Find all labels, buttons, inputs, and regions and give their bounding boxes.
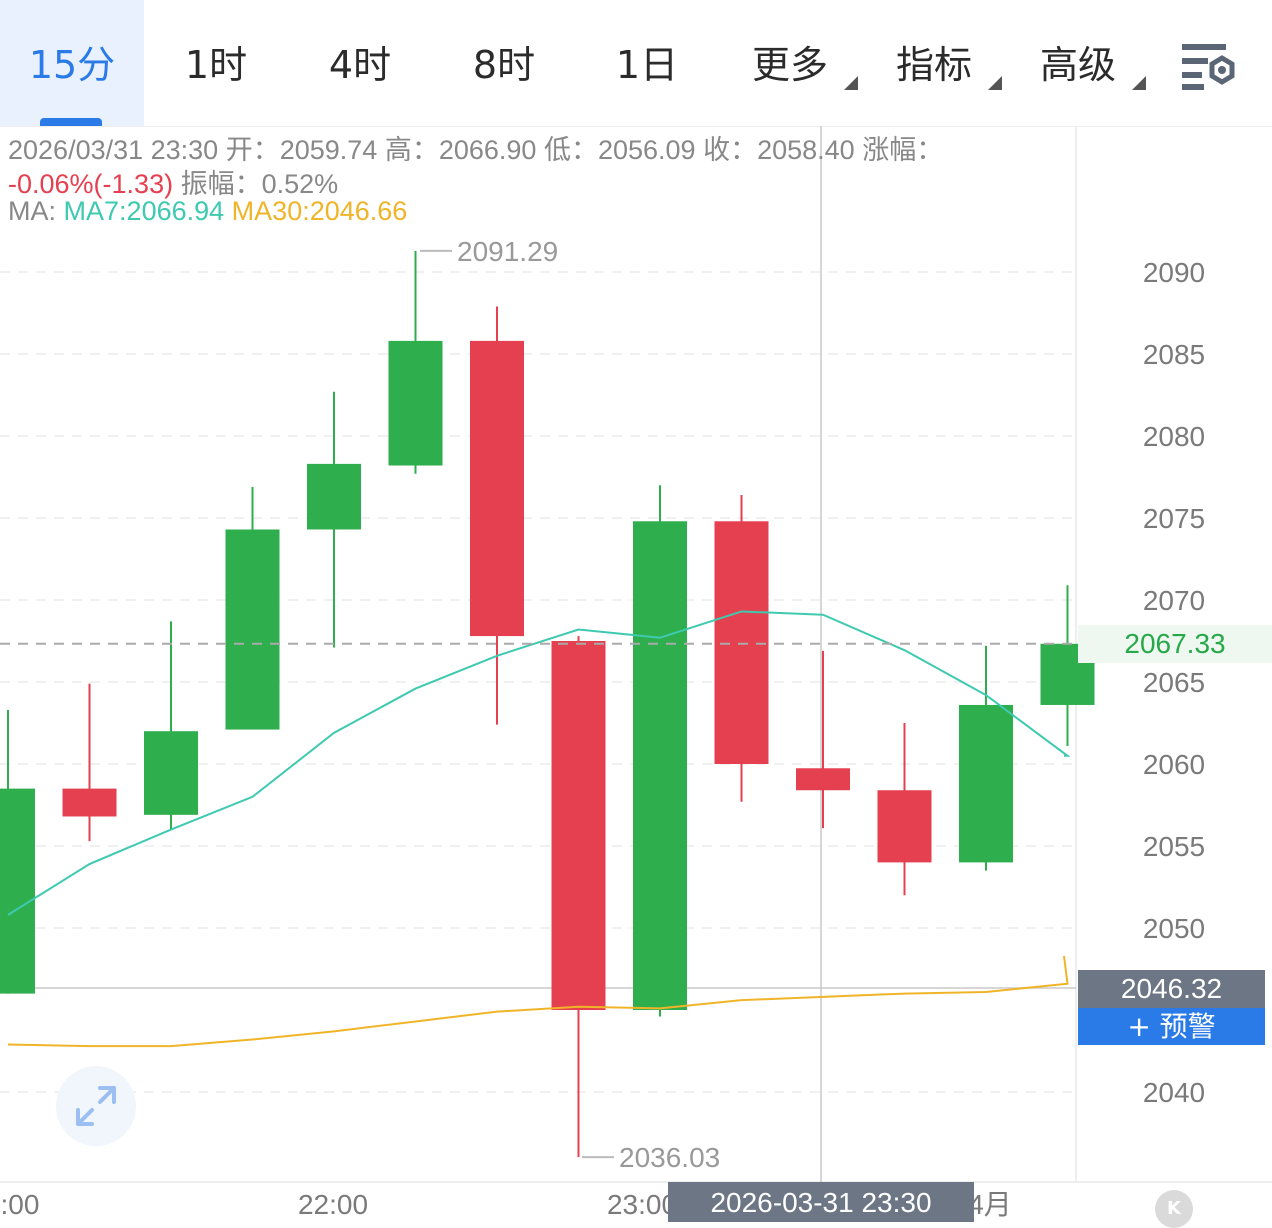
candle-body	[144, 731, 198, 815]
low-label: 低：	[543, 135, 598, 165]
k-icon[interactable]: K	[1155, 1190, 1193, 1228]
add-alert-button[interactable]: + 预警	[1078, 1008, 1265, 1045]
low-marker-label: 2036.03	[619, 1142, 720, 1173]
change-value: -0.06%(-1.33)	[8, 169, 174, 199]
ma-label: MA:	[8, 196, 57, 226]
candle	[144, 621, 198, 830]
y-tick-label: 2065	[1143, 667, 1205, 698]
amplitude-label: 振幅：	[180, 169, 262, 199]
candle	[633, 485, 687, 1017]
ma30-line	[7, 955, 1069, 1048]
close-label: 收：	[703, 135, 758, 165]
candle-body	[714, 521, 769, 764]
candle-body	[62, 788, 117, 817]
ma30-value: MA30:2046.66	[231, 196, 408, 226]
y-tick-label: 2090	[1143, 257, 1205, 288]
candle	[877, 723, 932, 896]
info-datetime: 2026/03/31 23:30	[8, 135, 219, 165]
candle	[796, 650, 850, 829]
open-value: 2059.74	[279, 135, 378, 165]
candle	[551, 636, 606, 1158]
x-tick-label: 4月	[968, 1189, 1012, 1220]
y-tick-label: 2075	[1143, 503, 1205, 534]
candle-body	[388, 340, 443, 466]
ma7-value: MA7:2066.94	[63, 196, 225, 226]
y-tick-label: 2070	[1143, 585, 1205, 616]
candle	[714, 495, 769, 802]
candle	[0, 709, 35, 994]
y-tick-label: 2080	[1143, 421, 1205, 452]
high-value: 2066.90	[438, 135, 537, 165]
crosshair-price-label: 2046.32	[1078, 970, 1265, 1008]
y-tick-label: 2060	[1143, 749, 1205, 780]
candle	[225, 486, 280, 730]
y-tick-label: 2055	[1143, 831, 1205, 862]
last-price-label: 2067.33	[1078, 625, 1272, 663]
candle	[307, 391, 361, 648]
expand-icon	[76, 1086, 116, 1126]
x-tick-label: 22:00	[298, 1189, 368, 1220]
x-tick-label: :00	[1, 1189, 40, 1220]
x-tick-label: 23:00	[607, 1189, 677, 1220]
amplitude-value: 0.52%	[261, 169, 339, 199]
candle-body	[225, 529, 280, 730]
y-tick-label: 2040	[1143, 1077, 1205, 1108]
candle	[388, 250, 443, 474]
candle-body	[959, 704, 1013, 863]
candle	[1040, 585, 1095, 746]
low-value: 2056.09	[597, 135, 696, 165]
candle	[62, 683, 117, 842]
candle	[470, 306, 524, 725]
y-tick-label: 2085	[1143, 339, 1205, 370]
close-value: 2058.40	[757, 135, 855, 165]
expand-chart-button[interactable]	[56, 1066, 136, 1146]
candle-body	[307, 463, 361, 530]
ma-info-line: MA: MA7:2066.94 MA30:2046.66	[8, 196, 407, 227]
high-marker-label: 2091.29	[457, 236, 558, 267]
high-label: 高：	[384, 135, 439, 165]
change-label: 涨幅：	[862, 135, 944, 165]
open-label: 开：	[225, 135, 280, 165]
candle-body	[551, 641, 606, 1010]
candle-body	[796, 768, 850, 791]
y-tick-label: 2050	[1143, 913, 1205, 944]
crosshair-time-label: 2026-03-31 23:30	[668, 1182, 974, 1222]
candle-body	[0, 788, 35, 994]
candle-body	[877, 790, 932, 863]
candle-body	[633, 521, 687, 1010]
candle	[959, 645, 1013, 871]
candle-body	[470, 340, 524, 637]
